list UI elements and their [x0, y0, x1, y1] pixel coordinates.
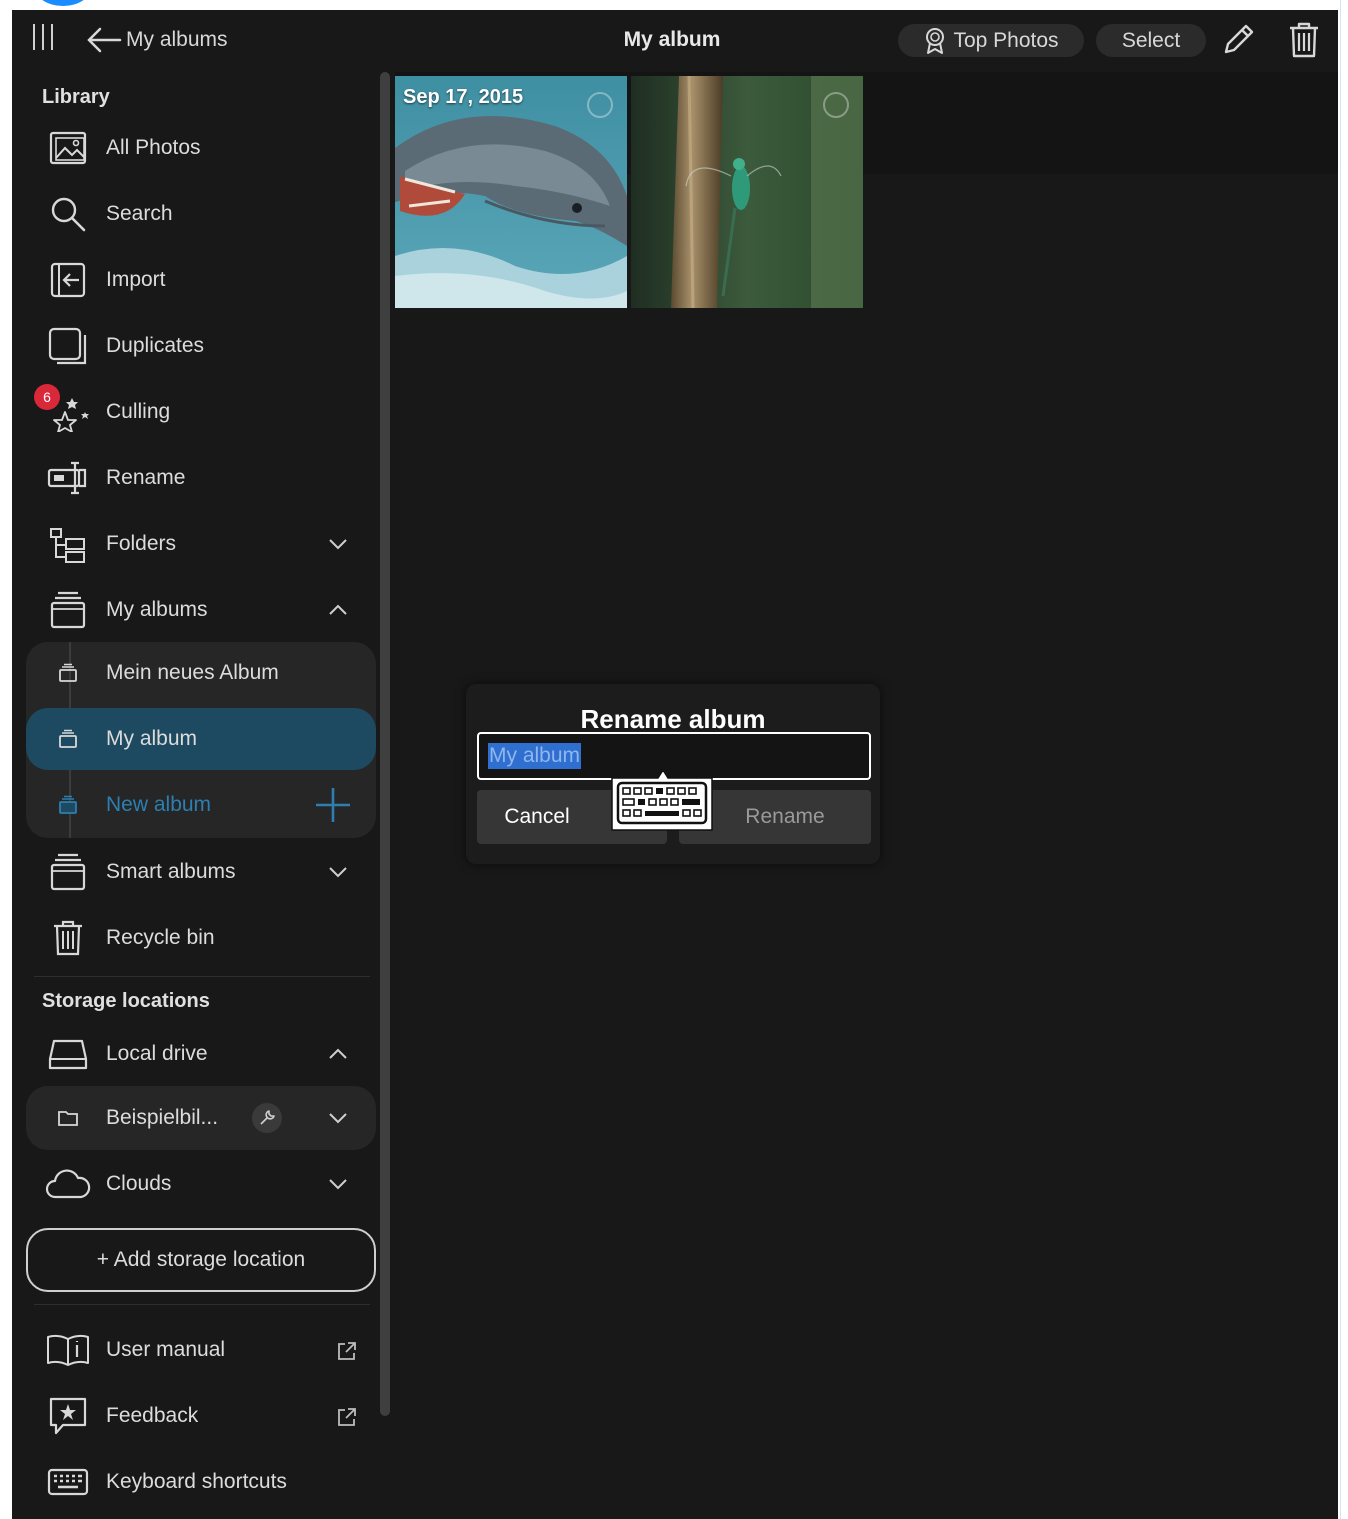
sidebar-item-label: Duplicates [106, 334, 205, 357]
sidebar-item-local-drive[interactable]: Local drive [26, 1024, 376, 1084]
culling-stars-icon: 6 [34, 382, 102, 442]
new-album-label: New album [106, 793, 212, 816]
app-window: My albums My album Top Photos Select Lib… [12, 10, 1338, 1519]
chevron-down-icon[interactable] [326, 860, 350, 884]
drive-icon [34, 1024, 102, 1084]
library-section-title: Library [42, 86, 110, 108]
folder-icon [34, 1087, 102, 1149]
album-name-input-value: My album [488, 743, 582, 769]
top-photos-button[interactable]: Top Photos [898, 24, 1084, 57]
sidebar-item-label: Recycle bin [106, 926, 215, 949]
import-icon [34, 250, 102, 310]
storage-section-title: Storage locations [42, 990, 210, 1012]
duplicates-icon [34, 316, 102, 376]
sidebar-item-label: Culling [106, 400, 171, 423]
divider [34, 976, 370, 977]
sidebar-item-label: Clouds [106, 1172, 172, 1195]
keyboard-icon [34, 1452, 102, 1512]
chevron-down-icon[interactable] [326, 532, 350, 556]
sidebar-item-rename[interactable]: Rename [26, 448, 376, 508]
album-small-icon [34, 774, 102, 836]
top-bar: My albums My album Top Photos Select [12, 10, 1338, 72]
album-small-icon [34, 708, 102, 770]
select-label: Select [1121, 28, 1181, 52]
photo-select-checkbox[interactable] [587, 92, 613, 118]
album-label: My album [106, 727, 198, 750]
external-link-icon [338, 1342, 356, 1360]
sidebar-item-import[interactable]: Import [26, 250, 376, 310]
sidebar: Library All Photos Search Import Duplica… [12, 72, 382, 1519]
sidebar-item-feedback[interactable]: Feedback [26, 1386, 376, 1446]
page-title: My album [623, 28, 721, 51]
sidebar-item-user-manual[interactable]: User manual [26, 1320, 376, 1380]
smart-album-icon [34, 842, 102, 902]
back-label: My albums [126, 28, 228, 51]
sidebar-item-all-photos[interactable]: All Photos [26, 118, 376, 178]
award-icon [926, 27, 945, 54]
photo-thumbnail-dolphin[interactable]: Sep 17, 2015 [395, 76, 627, 308]
cloud-icon [34, 1154, 102, 1214]
sidebar-item-label: User manual [106, 1338, 226, 1361]
divider [34, 1304, 370, 1305]
sidebar-item-label: My albums [106, 598, 208, 621]
chevron-up-icon[interactable] [326, 1042, 350, 1066]
sidebar-item-culling[interactable]: 6 Culling [26, 382, 376, 442]
sidebar-item-search[interactable]: Search [26, 184, 376, 244]
sidebar-item-label: All Photos [106, 136, 201, 159]
rename-icon [34, 448, 102, 508]
chevron-down-icon[interactable] [326, 1106, 350, 1130]
sidebar-item-recycle-bin[interactable]: Recycle bin [26, 908, 376, 968]
sidebar-item-label: Local drive [106, 1042, 208, 1065]
sidebar-item-label: Smart albums [106, 860, 236, 883]
sidebar-item-label: Folders [106, 532, 177, 555]
album-label: Mein neues Album [106, 661, 279, 684]
sidebar-item-label: Keyboard shortcuts [106, 1470, 287, 1493]
sidebar-item-duplicates[interactable]: Duplicates [26, 316, 376, 376]
folders-icon [34, 514, 102, 574]
select-button[interactable]: Select [1096, 24, 1206, 57]
back-button[interactable]: My albums [84, 24, 228, 56]
external-link-icon [338, 1408, 356, 1426]
photo-select-checkbox[interactable] [823, 92, 849, 118]
window-frame-edge [1340, 0, 1348, 1519]
sidebar-toggle-icon[interactable] [28, 24, 58, 54]
feedback-icon [34, 1386, 102, 1446]
album-icon [34, 580, 102, 640]
top-photos-label: Top Photos [953, 28, 1059, 52]
sidebar-item-label: Feedback [106, 1404, 199, 1427]
on-screen-keyboard-icon[interactable] [608, 772, 716, 834]
photo-date-label: Sep 17, 2015 [403, 86, 524, 108]
sidebar-item-clouds[interactable]: Clouds [26, 1154, 376, 1214]
add-storage-location-button[interactable]: + Add storage location [26, 1228, 376, 1292]
storage-folder-label: Beispielbil... [106, 1106, 219, 1129]
sidebar-item-label: Rename [106, 466, 186, 489]
wrench-icon[interactable] [252, 1103, 282, 1133]
album-item-my-album[interactable]: My album [26, 708, 376, 770]
trash-icon [34, 908, 102, 968]
dialog-title: Rename album [580, 704, 766, 734]
search-icon [34, 184, 102, 244]
corner-decoration [34, 0, 92, 6]
manual-icon [34, 1320, 102, 1380]
sidebar-scrollbar[interactable] [380, 72, 390, 1416]
new-album-item[interactable]: New album [26, 774, 376, 836]
storage-folder-item[interactable]: Beispielbil... [26, 1087, 376, 1149]
sidebar-item-folders[interactable]: Folders [26, 514, 376, 574]
edit-pencil-icon[interactable] [1218, 20, 1258, 60]
album-small-icon [34, 642, 102, 704]
sidebar-item-my-albums[interactable]: My albums [26, 580, 376, 640]
sidebar-item-label: Search [106, 202, 173, 225]
arrow-left-icon [87, 27, 122, 53]
sidebar-item-smart-albums[interactable]: Smart albums [26, 842, 376, 902]
chevron-up-icon[interactable] [326, 598, 350, 622]
culling-count-badge: 6 [34, 384, 60, 410]
photos-icon [34, 118, 102, 178]
add-album-plus-icon[interactable] [314, 786, 352, 824]
delete-trash-icon[interactable] [1284, 20, 1324, 60]
photo-thumbnail-damselfly[interactable] [631, 76, 863, 308]
chevron-down-icon[interactable] [326, 1172, 350, 1196]
sidebar-item-keyboard-shortcuts[interactable]: Keyboard shortcuts [26, 1452, 376, 1512]
sidebar-item-label: Import [106, 268, 166, 291]
album-item-mein-neues-album[interactable]: Mein neues Album [26, 642, 376, 704]
